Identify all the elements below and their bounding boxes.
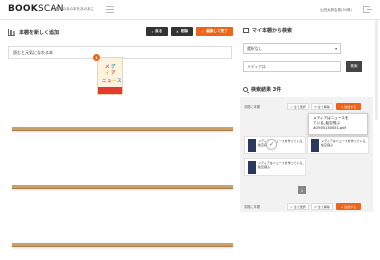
close-icon: ✕ [314,204,317,209]
search-button[interactable]: 検索 [346,61,362,72]
shelf-board [12,127,233,131]
delete-button[interactable]: ✕ 削除 [171,27,193,36]
scrollbar[interactable] [375,20,378,120]
select-all-button[interactable]: ✓ 全て選択 [287,103,309,110]
editor-title: 本棚を新しく追加 [8,26,59,38]
shelf-board [12,243,233,247]
result-card[interactable]: メディアはニュースを作っている_絵空飛ぶ [307,136,369,154]
done-button[interactable]: ✓ 編集して完了 [196,27,233,36]
results-title: 検索結果 3件 [243,86,281,93]
shelf-search-icon [243,28,249,33]
check-icon: ✓ [201,29,205,34]
chevron-left-icon: ‹ [151,29,154,34]
book-cover[interactable]: メ デ ィ ア ニ ュ ー ス [97,57,123,95]
shelf-board [12,185,233,189]
check-icon: ✓ [290,204,293,209]
book-thumbnail [248,161,256,174]
deselect-all-button[interactable]: ✕ 全て解除 [311,103,333,110]
user-info[interactable]: 山田太郎会員(30冊) [320,8,352,13]
chevron-down-icon: ▾ [335,46,337,51]
results-label-bottom: 書籍に本棚 [244,205,260,209]
close-icon: ✕ [175,29,179,34]
menu-icon[interactable] [106,6,114,13]
deselect-all-button-bottom[interactable]: ✕ 全て解除 [311,203,333,210]
select-all-button-bottom[interactable]: ✓ 全て選択 [287,203,309,210]
add-button[interactable]: + 追加する [336,103,361,110]
book-thumbnail [311,139,319,152]
tagline: 世界中のあの本をあの本に [52,7,94,11]
back-button[interactable]: ‹ 戻る [146,27,168,36]
plus-icon: + [340,204,344,209]
search-section-title: マイ本棚から検索 [243,27,292,34]
search-input[interactable]: メディアは [243,61,341,72]
cover-band [98,87,122,94]
add-button-bottom[interactable]: + 追加する [336,203,361,210]
result-card[interactable]: メディアはニュースを作っている_絵空飛ぶ [244,158,306,176]
shelf-select[interactable]: 選択なし ▾ [243,43,341,54]
top-header: BOOKSCAN 世界中のあの本をあの本に 山田太郎会員(30冊) [0,0,380,20]
selected-check-icon[interactable]: ✓ [266,139,277,150]
logout-icon[interactable] [363,6,372,13]
page-number[interactable]: 1 [298,186,306,194]
title-tooltip: メディアはニュースを ている_絵空飛ぶ #2905150051.pdf [308,113,368,135]
check-icon: ✓ [290,104,293,109]
plus-icon: + [340,104,344,109]
book-thumbnail [248,139,256,152]
bookshelf-icon [8,28,15,36]
results-label: 書籍に本棚 [244,105,260,109]
book-count-badge: 1 [93,54,100,61]
close-icon: ✕ [314,104,317,109]
search-icon [243,87,248,92]
